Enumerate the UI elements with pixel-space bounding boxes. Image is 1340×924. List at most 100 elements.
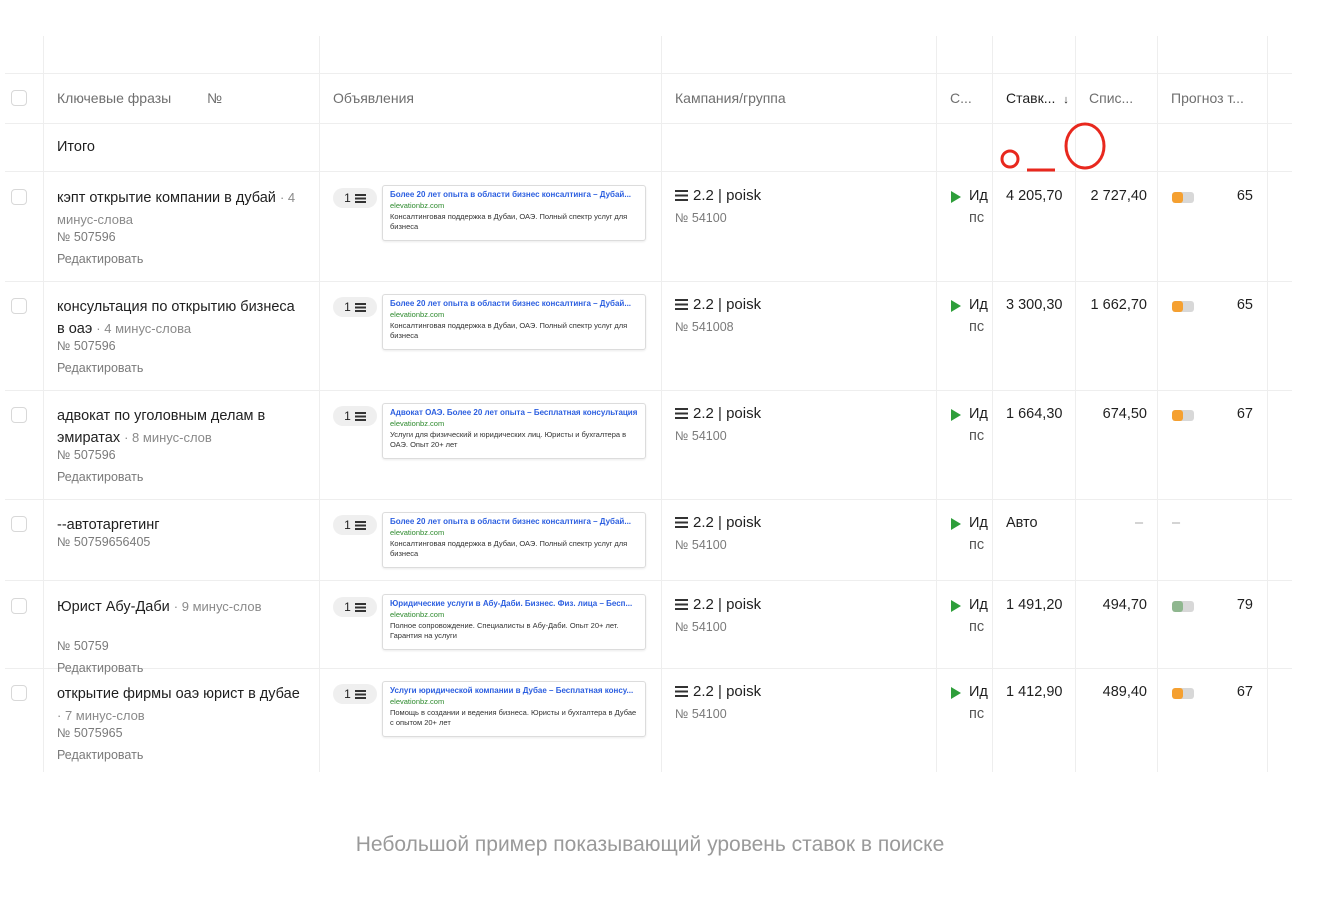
keyword-phrase: открытие фирмы оаэ юрист в дубае [57, 686, 300, 702]
campaign-name: 2.2 | poisk [693, 405, 762, 422]
forecast-bar-fill [1172, 410, 1183, 421]
column-divider [992, 36, 993, 772]
campaign-link[interactable]: 2.2 | poisk [675, 596, 785, 613]
bid-value[interactable]: Авто [1006, 515, 1038, 531]
ad-count: 1 [344, 518, 351, 532]
column-divider [1157, 36, 1158, 772]
bid-value[interactable]: 1 491,20 [1006, 597, 1062, 613]
edit-link[interactable]: Редактировать [57, 661, 143, 675]
ad-count-badge[interactable]: 1 [333, 597, 377, 617]
group-icon [675, 599, 688, 610]
list-icon [354, 602, 366, 612]
keyword-text[interactable]: кэпт открытие компании в дубай · 4 минус… [57, 187, 302, 231]
edit-link[interactable]: Редактировать [57, 252, 143, 266]
minus-words[interactable]: · 8 минус-слов [124, 430, 212, 445]
minus-words[interactable]: · 4 минус-слова [96, 321, 191, 336]
list-icon [354, 193, 366, 203]
row-divider [5, 281, 1292, 282]
header-campaign[interactable]: Кампания/группа [675, 90, 786, 106]
forecast-value: 65 [1236, 297, 1253, 313]
ad-preview[interactable]: Более 20 лет опыта в области бизнес конс… [382, 512, 646, 568]
forecast-value: – [1172, 515, 1181, 531]
campaign-number: № 54100 [675, 620, 727, 634]
status-subtext: пс [969, 428, 985, 444]
row-checkbox[interactable] [11, 298, 27, 314]
header-forecast[interactable]: Прогноз т... [1171, 90, 1244, 106]
list-icon [354, 302, 366, 312]
minus-words[interactable]: · 9 минус-слов [174, 599, 262, 614]
ad-count-badge[interactable]: 1 [333, 406, 377, 426]
row-checkbox[interactable] [11, 598, 27, 614]
header-number[interactable]: № [207, 90, 222, 106]
ad-title: Более 20 лет опыта в области бизнес конс… [390, 517, 632, 526]
forecast-value: 79 [1236, 597, 1253, 613]
ad-preview[interactable]: Более 20 лет опыта в области бизнес конс… [382, 185, 646, 241]
ad-title: Более 20 лет опыта в области бизнес конс… [390, 190, 632, 199]
keyword-text[interactable]: --автотаргетинг [57, 514, 302, 536]
column-divider [661, 36, 662, 772]
ad-count: 1 [344, 600, 351, 614]
play-icon[interactable] [951, 409, 961, 421]
keyword-text[interactable]: адвокат по уголовным делам в эмиратах · … [57, 405, 302, 449]
campaign-link[interactable]: 2.2 | poisk [675, 683, 785, 700]
keyword-id: № 507596 [57, 448, 116, 462]
row-checkbox[interactable] [11, 516, 27, 532]
ad-count-badge[interactable]: 1 [333, 684, 377, 704]
row-divider [5, 73, 1292, 74]
header-bid-label: Ставк... [1006, 90, 1056, 106]
column-divider [936, 36, 937, 772]
header-bid[interactable]: Ставк... ↓ [1006, 90, 1069, 106]
campaign-name: 2.2 | poisk [693, 187, 762, 204]
campaign-link[interactable]: 2.2 | poisk [675, 514, 785, 531]
campaign-link[interactable]: 2.2 | poisk [675, 187, 785, 204]
header-charge[interactable]: Спис... [1089, 90, 1133, 106]
header-status[interactable]: С... [950, 90, 972, 106]
play-icon[interactable] [951, 518, 961, 530]
ad-count-badge[interactable]: 1 [333, 515, 377, 535]
keyword-text[interactable]: открытие фирмы оаэ юрист в дубае · 7 мин… [57, 683, 302, 727]
ad-preview[interactable]: Услуги юридической компании в Дубае – Бе… [382, 681, 646, 737]
edit-link[interactable]: Редактировать [57, 361, 143, 375]
edit-link[interactable]: Редактировать [57, 470, 143, 484]
select-all-checkbox[interactable] [11, 90, 27, 106]
keyword-phrase: кэпт открытие компании в дубай [57, 190, 276, 206]
status-text: Ид [969, 684, 988, 700]
keyword-text[interactable]: консультация по открытию бизнеса в оаэ ·… [57, 296, 302, 340]
status-text: Ид [969, 188, 988, 204]
play-icon[interactable] [951, 191, 961, 203]
play-icon[interactable] [951, 300, 961, 312]
ad-preview[interactable]: Юридические услуги в Абу-Даби. Бизнес. Ф… [382, 594, 646, 650]
keyword-phrase: --автотаргетинг [57, 517, 160, 533]
charge-value: 674,50 [1102, 406, 1147, 422]
campaign-number: № 54100 [675, 429, 727, 443]
keyword-phrase: Юрист Абу-Даби [57, 599, 170, 615]
row-checkbox[interactable] [11, 189, 27, 205]
play-icon[interactable] [951, 600, 961, 612]
ad-count-badge[interactable]: 1 [333, 297, 377, 317]
forecast-bar [1172, 192, 1194, 203]
ad-title: Адвокат ОАЭ. Более 20 лет опыта – Беспла… [390, 408, 638, 417]
bid-value[interactable]: 4 205,70 [1006, 188, 1062, 204]
ad-preview[interactable]: Более 20 лет опыта в области бизнес конс… [382, 294, 646, 350]
campaign-link[interactable]: 2.2 | poisk [675, 405, 785, 422]
ad-domain: elevationbz.com [390, 528, 445, 537]
group-icon [675, 190, 688, 201]
header-keywords[interactable]: Ключевые фразы [57, 90, 171, 106]
image-caption: Небольшой пример показывающий уровень ст… [355, 833, 945, 856]
campaign-number: № 54100 [675, 211, 727, 225]
campaign-link[interactable]: 2.2 | poisk [675, 296, 785, 313]
header-ads[interactable]: Объявления [333, 90, 414, 106]
charge-value: 494,70 [1102, 597, 1147, 613]
ad-preview[interactable]: Адвокат ОАЭ. Более 20 лет опыта – Беспла… [382, 403, 646, 459]
row-checkbox[interactable] [11, 685, 27, 701]
play-icon[interactable] [951, 687, 961, 699]
bid-value[interactable]: 3 300,30 [1006, 297, 1062, 313]
bid-value[interactable]: 1 664,30 [1006, 406, 1062, 422]
row-checkbox[interactable] [11, 407, 27, 423]
ad-count: 1 [344, 687, 351, 701]
minus-words[interactable]: · 7 минус-слов [57, 708, 145, 723]
ad-count-badge[interactable]: 1 [333, 188, 377, 208]
bid-value[interactable]: 1 412,90 [1006, 684, 1062, 700]
keyword-text[interactable]: Юрист Абу-Даби · 9 минус-слов [57, 596, 302, 618]
edit-link[interactable]: Редактировать [57, 748, 143, 762]
